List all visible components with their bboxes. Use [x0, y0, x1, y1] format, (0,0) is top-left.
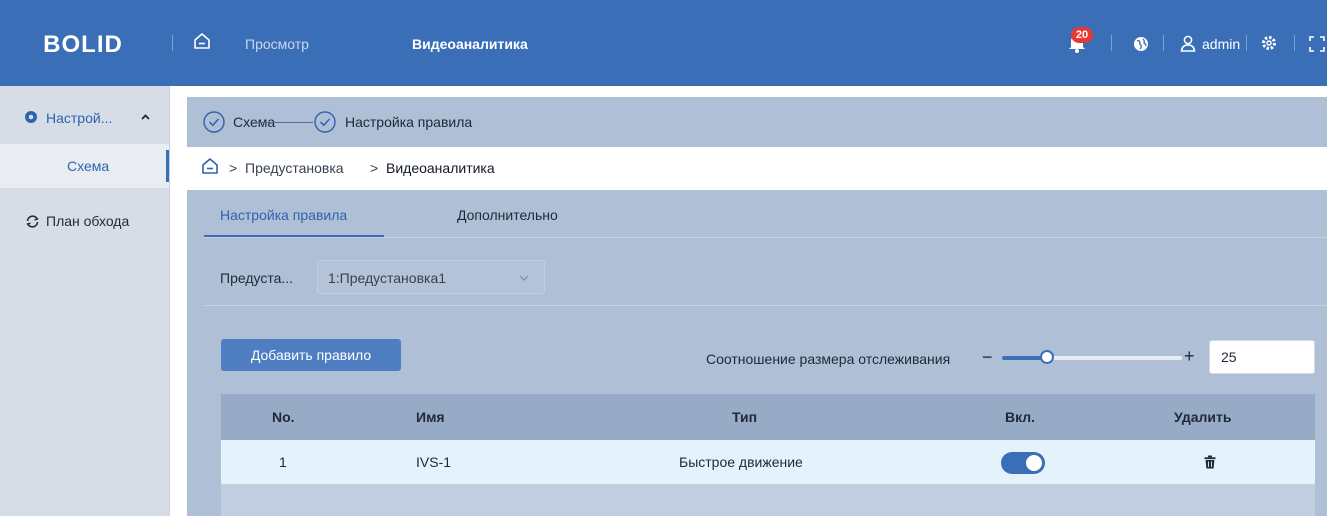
chevron-up-icon[interactable]	[141, 114, 150, 120]
active-indicator	[166, 150, 169, 182]
tracking-ratio-input[interactable]	[1209, 340, 1315, 374]
toggle-knob	[1026, 455, 1042, 471]
globe-icon[interactable]	[1133, 36, 1149, 52]
header-separator	[172, 35, 173, 51]
ratio-increase-button[interactable]: +	[1184, 346, 1195, 367]
nav-video-analytics[interactable]: Видеоаналитика	[412, 36, 528, 52]
cell-no: 1	[279, 454, 287, 470]
cell-name: IVS-1	[416, 454, 452, 470]
home-icon[interactable]	[201, 157, 219, 175]
slider-thumb[interactable]	[1040, 350, 1054, 364]
rules-table: No. Имя Тип Вкл. Удалить 1 IVS-1 Быстрое…	[221, 394, 1315, 516]
table-header: No. Имя Тип Вкл. Удалить	[221, 394, 1315, 440]
settings-icon	[25, 111, 37, 123]
breadcrumb-preset[interactable]: Предустановка	[245, 160, 344, 176]
tour-icon	[26, 215, 39, 228]
user-name[interactable]: admin	[1202, 36, 1240, 52]
trash-icon[interactable]	[1204, 455, 1216, 469]
column-header-no: No.	[272, 409, 295, 425]
gear-icon[interactable]	[1261, 35, 1277, 51]
preset-select[interactable]: 1:Предустановка1	[317, 260, 545, 294]
breadcrumb-separator: >	[229, 160, 238, 176]
column-header-name: Имя	[416, 409, 445, 425]
header-separator	[1246, 35, 1247, 51]
tracking-ratio-label: Соотношение размера отслеживания	[706, 351, 951, 367]
tab-bar: Настройка правила Дополнительно	[187, 190, 1327, 238]
breadcrumb: > Предустановка > Видеоаналитика	[187, 147, 1327, 190]
tab-rule-setup[interactable]: Настройка правила	[220, 207, 347, 223]
main-panel: Схема Настройка правила > Предустановка …	[187, 97, 1327, 516]
add-rule-button[interactable]: Добавить правило	[221, 339, 401, 371]
sidebar-item-label: Схема	[67, 158, 110, 174]
header-separator	[1163, 35, 1164, 51]
breadcrumb-current: Видеоаналитика	[386, 160, 495, 176]
tracking-ratio-slider[interactable]	[1002, 350, 1182, 364]
fullscreen-icon[interactable]	[1309, 36, 1325, 52]
user-icon[interactable]	[1180, 35, 1196, 52]
preset-selected-value: 1:Предустановка1	[328, 270, 447, 286]
sidebar-group-settings[interactable]: Настрой...	[0, 100, 169, 138]
sidebar: Настрой... Схема План обхода	[0, 86, 170, 516]
top-header: BOLID Просмотр Видеоаналитика 20 admin	[0, 0, 1327, 86]
home-icon[interactable]	[192, 31, 212, 51]
column-header-delete: Удалить	[1174, 409, 1232, 425]
step-indicator: Схема Настройка правила	[187, 97, 1327, 145]
chevron-down-icon	[519, 275, 529, 281]
nav-preview[interactable]: Просмотр	[245, 36, 309, 52]
sidebar-item-label: План обхода	[46, 213, 130, 229]
bolid-logo[interactable]: BOLID	[30, 30, 136, 57]
header-separator	[1111, 35, 1112, 51]
header-separator	[1294, 35, 1295, 51]
preset-label: Предуста...	[220, 270, 294, 286]
step-connector	[255, 122, 313, 123]
ratio-decrease-button[interactable]: −	[982, 347, 993, 368]
breadcrumb-separator: >	[370, 160, 379, 176]
notification-badge: 20	[1071, 27, 1093, 43]
sidebar-item-schema[interactable]: Схема	[0, 144, 169, 188]
section-divider	[204, 305, 1327, 306]
step-label-rule-setup: Настройка правила	[345, 114, 473, 130]
column-header-enabled: Вкл.	[1005, 409, 1036, 425]
rule-enabled-toggle[interactable]	[1001, 452, 1045, 474]
tab-divider	[204, 237, 1327, 238]
column-header-type: Тип	[732, 409, 758, 425]
check-circle-icon	[203, 111, 225, 133]
cell-type: Быстрое движение	[679, 454, 803, 470]
check-circle-icon	[314, 111, 336, 133]
sidebar-group-label: Настрой...	[46, 110, 113, 126]
sidebar-item-tour[interactable]: План обхода	[0, 204, 169, 240]
svg-text:BOLID: BOLID	[43, 31, 123, 57]
tab-advanced[interactable]: Дополнительно	[457, 207, 558, 223]
active-tab-underline	[204, 235, 384, 237]
table-row[interactable]: 1 IVS-1 Быстрое движение	[221, 440, 1315, 484]
